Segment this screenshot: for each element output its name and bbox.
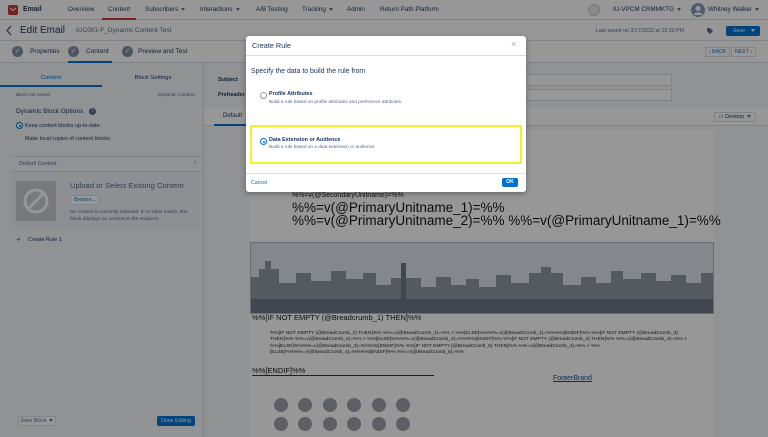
profile-attributes-radio[interactable] [260, 92, 267, 99]
create-rule-modal: Create Rule × Specify the data to build … [246, 36, 526, 192]
option1-title: Profile Attributes [269, 91, 313, 97]
modal-footer-divider [246, 173, 526, 174]
option2-title: Data Extension or Audience [269, 137, 341, 143]
ok-button[interactable]: OK [502, 178, 518, 187]
data-extension-radio[interactable] [260, 138, 267, 145]
close-icon[interactable]: × [511, 39, 516, 49]
option2-desc: Build a rule based on a data extension o… [269, 144, 375, 149]
cancel-button[interactable]: Cancel [251, 180, 267, 186]
option-data-extension[interactable]: Data Extension or Audience Build a rule … [250, 125, 522, 164]
option-profile-attributes[interactable]: Profile Attributes Build a rule based on… [252, 88, 520, 110]
option1-desc: Build a rule based on profile attributes… [269, 99, 403, 104]
modal-prompt: Specify the data to build the rule from [251, 68, 366, 75]
modal-title: Create Rule [252, 41, 291, 50]
modal-header-divider [246, 55, 526, 56]
